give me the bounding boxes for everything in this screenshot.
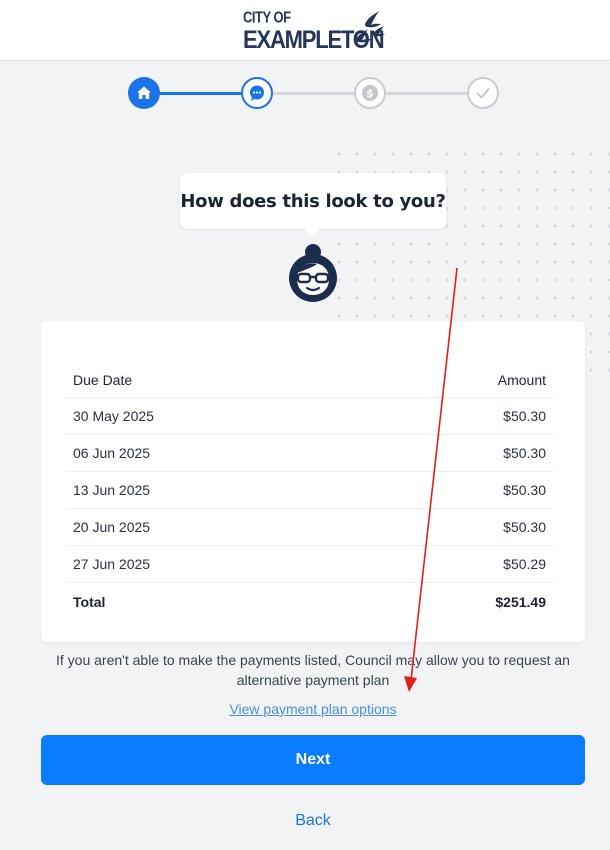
- total-amount: $251.49: [495, 593, 546, 610]
- row-amount: $50.30: [503, 408, 546, 424]
- alternative-plan-info: If you aren't able to make the payments …: [56, 652, 570, 688]
- birds-icon: [355, 11, 385, 43]
- step-4-complete[interactable]: [467, 77, 499, 109]
- question-bubble: How does this look to you?: [180, 173, 446, 229]
- step-connector-2: [273, 92, 355, 95]
- question-text: How does this look to you?: [180, 190, 446, 212]
- table-row: 20 Jun 2025 $50.30: [66, 509, 553, 546]
- logo-line1: CITY OF: [243, 8, 291, 26]
- table-row: 13 Jun 2025 $50.30: [66, 472, 553, 509]
- progress-stepper: $: [128, 77, 499, 111]
- row-date: 13 Jun 2025: [73, 482, 151, 498]
- total-label: Total: [73, 593, 106, 610]
- row-amount: $50.29: [503, 556, 546, 572]
- table-row: 27 Jun 2025 $50.29: [66, 546, 553, 583]
- svg-text:$: $: [366, 87, 374, 100]
- row-amount: $50.30: [503, 519, 546, 535]
- dollar-icon: $: [362, 85, 378, 101]
- city-logo[interactable]: CITY OF EXAMPLETON: [243, 8, 388, 54]
- table-row: 30 May 2025 $50.30: [66, 398, 553, 435]
- bubble-tail: [303, 228, 321, 237]
- col-amount: Amount: [497, 371, 546, 388]
- header: CITY OF EXAMPLETON: [0, 0, 610, 61]
- chat-icon: [250, 85, 264, 101]
- step-connector-3: [386, 92, 468, 95]
- col-due-date: Due Date: [73, 371, 133, 388]
- table-total-row: Total $251.49: [66, 583, 553, 620]
- row-date: 30 May 2025: [73, 408, 154, 424]
- step-2-review[interactable]: [241, 77, 273, 109]
- payment-schedule-card: Due Date Amount 30 May 2025 $50.30 06 Ju…: [41, 321, 585, 642]
- home-icon: [137, 86, 151, 99]
- row-amount: $50.30: [503, 445, 546, 461]
- row-amount: $50.30: [503, 482, 546, 498]
- payment-schedule-table: Due Date Amount 30 May 2025 $50.30 06 Ju…: [66, 362, 553, 620]
- assistant-avatar-icon: [289, 244, 337, 302]
- step-connector-1: [160, 92, 242, 95]
- step-1-home[interactable]: [128, 77, 160, 109]
- table-row: 06 Jun 2025 $50.30: [66, 435, 553, 472]
- row-date: 06 Jun 2025: [73, 445, 151, 461]
- next-button[interactable]: Next: [41, 735, 585, 785]
- check-icon: [476, 88, 490, 99]
- step-3-payment[interactable]: $: [354, 77, 386, 109]
- row-date: 20 Jun 2025: [73, 519, 151, 535]
- table-header-row: Due Date Amount: [66, 362, 553, 398]
- row-date: 27 Jun 2025: [73, 556, 151, 572]
- view-payment-plan-link[interactable]: View payment plan options: [0, 701, 610, 717]
- back-link[interactable]: Back: [0, 812, 610, 830]
